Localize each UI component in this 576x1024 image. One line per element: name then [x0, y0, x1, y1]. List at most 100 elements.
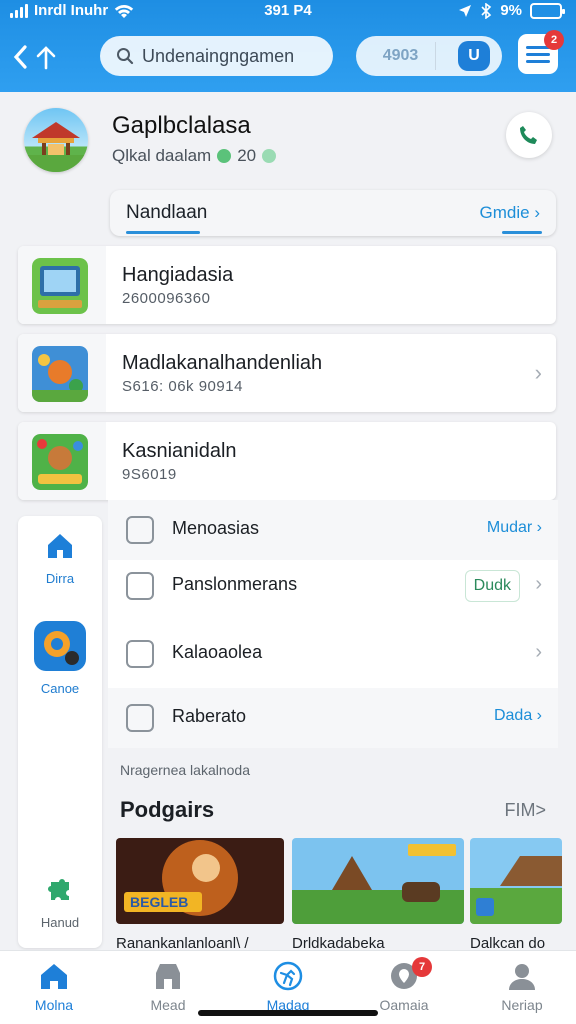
side-nav-item-home[interactable]: Dirra — [18, 530, 102, 586]
tab-main[interactable]: Nandlaan — [126, 202, 207, 224]
tab-store[interactable]: Mead — [120, 961, 216, 1013]
status-dot-light-icon — [262, 149, 277, 163]
podcasts-more-link[interactable]: FIM> — [504, 800, 546, 821]
search-icon — [117, 48, 134, 65]
profile-subtitle-text: Qlkal daalam — [112, 146, 212, 165]
home-indicator — [198, 1010, 378, 1016]
runner-icon — [273, 961, 303, 991]
side-nav: Dirra Canoe Hanud — [18, 516, 102, 948]
game-meta: S616: 06k 90914 — [122, 378, 243, 395]
profile-section: Gaplbclalasa Qlkal daalam 20 — [0, 92, 576, 184]
side-nav-label: Hanud — [40, 915, 80, 930]
tab-home[interactable]: Molna — [6, 961, 102, 1013]
home-icon — [41, 964, 67, 989]
tab-places[interactable]: Oamaia 7 — [356, 957, 452, 1013]
app-header: Inrdl Inuhr 391 P4 9% 4903 U 2 — [0, 0, 576, 92]
call-button[interactable] — [506, 112, 552, 158]
tab-profile[interactable]: Neriap — [474, 961, 570, 1013]
game-card[interactable]: Madlakanalhandenliah S616: 06k 90914 › — [18, 334, 556, 412]
game-title: Madlakanalhandenliah — [122, 352, 323, 374]
podcast-cover-icon — [292, 838, 464, 924]
profile-subtitle: Qlkal daalam 20 — [112, 146, 277, 166]
phone-icon — [520, 126, 537, 144]
game-thumbnail-icon — [32, 346, 88, 402]
game-thumbnail-icon — [32, 258, 88, 314]
game-title: Kasnianidaln — [122, 440, 237, 462]
settings-label: Panslonmerans — [172, 574, 298, 594]
podcast-cover-icon: BEGLEB — [116, 838, 284, 924]
search-bar[interactable] — [100, 36, 333, 76]
profile-count: 20 — [237, 146, 257, 165]
pagoda-icon — [24, 122, 88, 172]
settings-list: Menoasias Mudar › Panslonmerans Dudk › K… — [108, 500, 558, 748]
settings-row[interactable]: Raberato Dada › — [108, 688, 558, 748]
game-card[interactable]: Hangiadasia 2600096360 — [18, 246, 556, 324]
side-nav-label: Dirra — [45, 571, 75, 586]
pill-app-button[interactable]: U — [458, 41, 490, 71]
inbox-button[interactable]: 2 — [518, 30, 564, 74]
tab-guide-label: Gmdie — [479, 203, 530, 222]
pill-count-button[interactable]: 4903 — [366, 42, 436, 70]
section-tab-bar: Nandlaan Gmdie › — [110, 190, 556, 236]
settings-tag[interactable]: Dudk — [464, 570, 520, 602]
game-thumb-area — [18, 334, 106, 412]
podcast-cover-icon — [470, 838, 562, 924]
game-meta: 9S6019 — [122, 466, 177, 483]
game-title: Hangiadasia — [122, 264, 234, 286]
game-thumb-area — [18, 246, 106, 324]
section-caption: Nragernea lakalnoda — [120, 762, 250, 778]
podcast-card[interactable]: Drldkadabeka — [292, 838, 464, 952]
home-icon — [48, 534, 72, 558]
settings-label: Kalaoaolea — [172, 642, 263, 662]
chevron-right-icon: › — [535, 641, 542, 663]
nav-row: 4903 U 2 — [0, 30, 576, 80]
game-thumb-area — [18, 422, 106, 500]
tab-activity[interactable]: Madag — [240, 961, 336, 1013]
back-button[interactable] — [12, 38, 68, 76]
photo-icon — [126, 640, 154, 668]
header-pill: 4903 U — [356, 36, 502, 76]
podcast-card[interactable]: Dalkcan do — [470, 838, 562, 952]
chevron-right-icon: › — [535, 573, 542, 595]
camera-icon — [126, 704, 154, 732]
image-icon — [126, 516, 154, 544]
tab-label: Molna — [34, 997, 74, 1013]
tab-label: Oamaia — [379, 997, 429, 1013]
game-meta: 2600096360 — [122, 290, 211, 307]
battery-percent: 9% — [500, 2, 522, 19]
side-nav-item-games[interactable]: Canoe — [18, 620, 102, 696]
settings-row[interactable]: Kalaoaolea › — [108, 624, 558, 684]
status-dot-icon — [217, 149, 232, 163]
game-controller-icon — [34, 621, 86, 671]
settings-action[interactable]: Dada › — [494, 707, 542, 725]
bluetooth-icon — [481, 2, 492, 19]
puzzle-icon — [48, 879, 69, 900]
chevron-left-icon — [13, 45, 27, 69]
podcast-card[interactable]: BEGLEB Ranankanlanloanl\ / — [116, 838, 284, 952]
settings-action-label: Dada — [493, 707, 533, 724]
chevron-right-icon: › — [534, 360, 542, 385]
profile-name: Gaplbclalasa — [112, 112, 251, 139]
battery-icon — [530, 2, 565, 19]
tab-label: Mead — [150, 997, 186, 1013]
settings-row[interactable]: Panslonmerans Dudk › — [108, 556, 558, 616]
settings-label: Menoasias — [172, 518, 260, 538]
store-icon — [156, 964, 180, 989]
settings-label: Raberato — [172, 706, 247, 726]
tab-guide-underline — [502, 231, 542, 234]
tab-label: Neriap — [501, 997, 543, 1013]
podcasts-title: Podgairs — [120, 797, 215, 822]
side-nav-item-puzzle[interactable]: Hanud — [18, 876, 102, 930]
search-input[interactable] — [142, 45, 322, 67]
user-icon — [509, 964, 535, 990]
settings-row[interactable]: Menoasias Mudar › — [108, 500, 558, 560]
tab-guide[interactable]: Gmdie › — [480, 203, 540, 223]
settings-action-label: Mudar — [486, 519, 533, 536]
game-card[interactable]: Kasnianidaln 9S6019 — [18, 422, 556, 500]
tab-badge: 7 — [412, 957, 432, 977]
settings-action[interactable]: Mudar › — [487, 519, 542, 537]
arrow-up-icon — [36, 46, 56, 70]
status-bar: Inrdl Inuhr 391 P4 9% — [0, 0, 576, 24]
avatar[interactable] — [24, 108, 88, 172]
location-icon — [459, 4, 472, 17]
